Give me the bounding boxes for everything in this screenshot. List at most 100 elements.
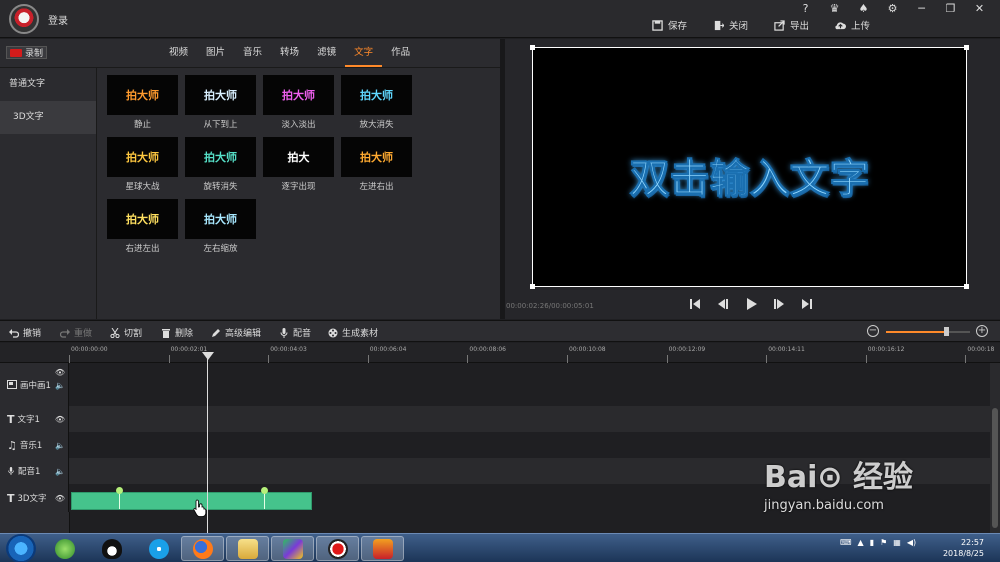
track-header: T 3D文字 👁 [0,484,69,512]
taskbar-app-recorder[interactable] [316,536,359,561]
preview-canvas[interactable]: 双击输入文字 [530,45,969,289]
timeline-ruler[interactable]: 00:00:00:00 00:00:02:01 00:00:04:03 00:00:0… [0,343,1000,363]
taskbar-app-firefox[interactable] [181,536,224,561]
skip-to-start-icon[interactable] [688,297,702,311]
taskbar-app-qq[interactable] [90,536,133,561]
system-clock[interactable]: 22:57 2018/8/25 [943,537,984,559]
track-label: 文字1 [17,415,40,425]
tab-image[interactable]: 图片 [197,39,234,67]
media-reel-icon [148,538,169,559]
category-plain-text[interactable]: 普通文字 [0,68,96,101]
text-effect-label: 淡入淡出 [281,120,316,130]
playhead-handle[interactable] [202,352,214,360]
preview-text[interactable]: 双击输入文字 [533,146,966,204]
play-icon[interactable] [744,297,758,311]
save-button[interactable]: 保存 [652,18,687,32]
category-3d-text[interactable]: 3D文字 [0,101,96,134]
tab-music[interactable]: 音乐 [234,39,271,67]
taskbar-app-green[interactable] [43,536,86,561]
keyboard-icon[interactable]: ⌨ [840,538,852,547]
tab-filter[interactable]: 滤镜 [308,39,345,67]
volume-icon[interactable]: 🔈 [55,441,65,450]
ruler-tick-label: 00:00:14:11 [768,346,805,353]
resize-handle[interactable] [530,45,535,50]
text-effect-tile[interactable]: 拍大 逐字出现 [263,137,334,192]
playhead-line[interactable] [207,352,208,533]
redo-button[interactable]: 重做 [60,326,92,339]
upload-button[interactable]: 上传 [835,18,870,32]
taskbar-app-explorer[interactable] [226,536,269,561]
text-effect-tile[interactable]: 拍大师 左进右出 [341,137,412,192]
text-effect-tile[interactable]: 拍大师 从下到上 [185,75,256,130]
zoom-in-button[interactable]: + [976,325,988,337]
taskbar-app-media[interactable] [137,536,180,561]
microphone-icon [280,327,288,338]
advanced-edit-button[interactable]: 高级编辑 [211,326,261,339]
text-effect-label: 星球大战 [125,182,160,192]
notification-icon[interactable]: ♠ [849,2,878,16]
login-link[interactable]: 登录 [48,12,68,27]
minimize-button[interactable]: ─ [907,2,936,16]
text-effect-tile[interactable]: 拍大师 旋转消失 [185,137,256,192]
undo-button[interactable]: 撤销 [9,326,41,339]
resize-handle[interactable] [964,284,969,289]
zoom-out-button[interactable]: − [867,325,879,337]
text-effect-tile[interactable]: 拍大师 左右缩放 [185,199,256,254]
preview-timecode: 00:00:02:26/00:00:05:01 [506,302,594,310]
close-button[interactable]: 关闭 [713,18,748,32]
tray-arrow-icon[interactable]: ▲ [858,538,864,547]
next-frame-icon[interactable] [772,297,786,311]
generate-material-button[interactable]: 生成素材 [328,326,378,339]
text-effect-tile[interactable]: 拍大师 右进左出 [107,199,178,254]
text-effect-label: 左进右出 [359,182,394,192]
export-button[interactable]: 导出 [774,18,809,32]
dub-button[interactable]: 配音 [279,326,311,339]
speaker-icon[interactable]: ◀) [907,538,916,547]
restore-button[interactable]: ❐ [936,2,965,16]
track-lane[interactable] [70,363,990,406]
taskbar-app-video-editor[interactable] [361,536,404,561]
timeline-scrollbar[interactable] [990,363,1000,533]
zoom-slider-knob[interactable] [944,327,950,336]
zoom-slider[interactable] [886,327,970,336]
volume-icon[interactable]: 🔈 [55,467,65,476]
tab-video[interactable]: 视频 [160,39,197,67]
resize-handle[interactable] [530,284,535,289]
flag-icon[interactable]: ⚑ [880,538,887,547]
network-icon[interactable]: ▦ [893,538,901,547]
delete-button[interactable]: 删除 [161,326,193,339]
music-note-icon: ♫ [7,438,17,452]
track-lane[interactable] [70,406,990,432]
text-effect-tile[interactable]: 拍大师 星球大战 [107,137,178,192]
tab-text[interactable]: 文字 [345,39,383,67]
visibility-eye-icon[interactable]: 👁 [55,494,65,503]
settings-gear-icon[interactable]: ⚙ [878,2,907,16]
visibility-eye-icon[interactable]: 👁 [55,368,65,377]
text-effect-tile[interactable]: 拍大师 放大消失 [341,75,412,130]
text-effect-tile[interactable]: 拍大师 静止 [107,75,178,130]
text-effect-tile[interactable]: 拍大师 淡入淡出 [263,75,334,130]
close-window-button[interactable]: ✕ [965,2,994,16]
text-effect-thumbnail: 拍大师 [185,75,256,115]
text-effect-label: 右进左出 [125,244,160,254]
clip-keyframe-handle[interactable] [261,487,268,494]
save-icon [652,19,663,31]
volume-icon[interactable]: 🔈 [55,381,65,390]
scrollbar-thumb[interactable] [992,408,998,528]
clip-keyframe-handle[interactable] [116,487,123,494]
visibility-eye-icon[interactable]: 👁 [55,415,65,424]
3d-text-clip[interactable] [71,487,312,510]
tab-works[interactable]: 作品 [382,39,419,67]
usb-icon[interactable]: ▮ [870,538,874,547]
previous-frame-icon[interactable] [716,297,730,311]
skip-to-end-icon[interactable] [800,297,814,311]
help-icon[interactable]: ? [791,2,820,16]
cut-button[interactable]: 切割 [110,326,142,339]
tab-transition[interactable]: 转场 [271,39,308,67]
record-button[interactable]: 录制 [6,46,47,59]
vip-icon[interactable]: ♛ [820,2,849,16]
taskbar-app-monitor[interactable] [271,536,314,561]
start-button[interactable] [6,534,36,562]
ruler-tick-mark [666,355,668,363]
resize-handle[interactable] [964,45,969,50]
